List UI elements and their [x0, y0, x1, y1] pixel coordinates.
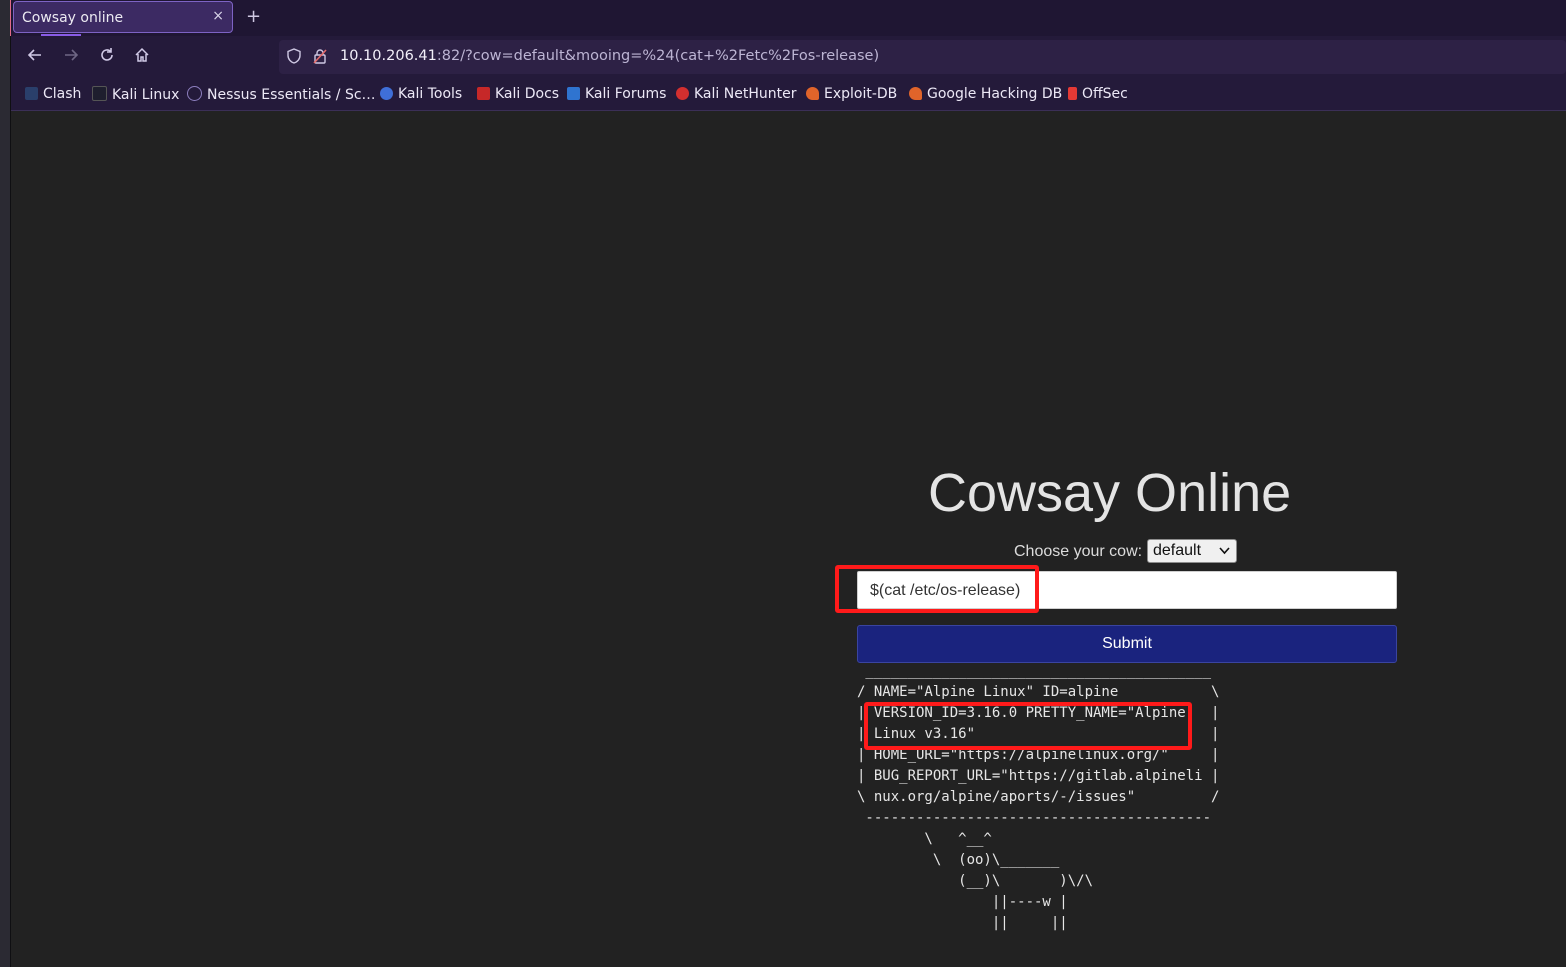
bookmark-label: Kali Forums — [585, 86, 667, 102]
bookmark-offsec[interactable]: OffSec — [1068, 86, 1128, 102]
kali-nethunter-icon — [676, 87, 689, 100]
bookmark-nessus[interactable]: Nessus Essentials / Sc… — [187, 86, 376, 103]
chevron-down-icon — [1219, 540, 1230, 570]
bookmark-label: Google Hacking DB — [927, 86, 1063, 102]
tab-cowsay-online[interactable]: Cowsay online × — [13, 1, 233, 33]
bookmark-kali-linux[interactable]: Kali Linux — [92, 86, 179, 103]
bookmark-google-hacking-db[interactable]: Google Hacking DB — [909, 86, 1062, 102]
url-text[interactable]: 10.10.206.41:82/?cow=default&mooing=%24(… — [340, 48, 879, 64]
home-icon[interactable] — [130, 46, 154, 70]
cow-select[interactable]: default — [1147, 539, 1237, 563]
offsec-icon — [1068, 87, 1077, 100]
window-left-edge — [0, 0, 12, 967]
bookmark-label: OffSec — [1082, 86, 1128, 102]
page-title: Cowsay Online — [928, 463, 1292, 523]
submit-button[interactable]: Submit — [857, 625, 1397, 663]
insecure-lock-icon[interactable] — [313, 48, 329, 66]
kali-dragon-icon — [92, 86, 107, 101]
kali-tools-icon — [380, 87, 393, 100]
new-tab-button[interactable]: + — [246, 6, 261, 27]
choose-cow-label: Choose your cow: — [1014, 543, 1143, 560]
cowsay-output: ________________________________________… — [857, 663, 1220, 931]
url-bar[interactable]: 10.10.206.41:82/?cow=default&mooing=%24(… — [279, 40, 1566, 74]
bookmark-label: Nessus Essentials / Sc… — [207, 87, 376, 103]
bookmark-label: Clash — [43, 86, 82, 102]
page-content — [11, 111, 1566, 967]
tab-title: Cowsay online — [22, 10, 124, 26]
exploit-db-icon — [806, 87, 819, 100]
shield-icon[interactable] — [287, 48, 303, 66]
kali-forums-icon — [567, 87, 580, 100]
cow-select-value: default — [1153, 542, 1202, 559]
bookmark-label: Exploit-DB — [824, 86, 898, 102]
clash-icon — [25, 87, 38, 100]
bookmark-label: Kali NetHunter — [694, 86, 797, 102]
bookmark-label: Kali Docs — [495, 86, 560, 102]
bookmark-kali-tools[interactable]: Kali Tools — [380, 86, 462, 102]
url-path: :82/?cow=default&mooing=%24(cat+%2Fetc%2… — [436, 48, 880, 64]
tab-bar: Cowsay online × + — [11, 0, 1566, 36]
url-host: 10.10.206.41 — [340, 48, 437, 64]
back-arrow-icon[interactable] — [23, 46, 47, 70]
bookmarks-bar: Clash Kali Linux Nessus Essentials / Sc…… — [11, 78, 1566, 111]
navigation-bar: 10.10.206.41:82/?cow=default&mooing=%24(… — [11, 36, 1566, 78]
bookmark-kali-forums[interactable]: Kali Forums — [567, 86, 666, 102]
reload-icon[interactable] — [95, 46, 119, 70]
bookmark-clash[interactable]: Clash — [25, 86, 81, 102]
globe-icon — [187, 86, 202, 101]
forward-arrow-icon[interactable] — [59, 46, 83, 70]
bookmark-exploit-db[interactable]: Exploit-DB — [806, 86, 897, 102]
mooing-input[interactable]: $(cat /etc/os-release) — [857, 571, 1397, 609]
ghdb-icon — [909, 87, 922, 100]
bookmark-kali-nethunter[interactable]: Kali NetHunter — [676, 86, 796, 102]
bookmark-label: Kali Linux — [112, 87, 180, 103]
kali-docs-icon — [477, 87, 490, 100]
bookmark-label: Kali Tools — [398, 86, 463, 102]
close-tab-icon[interactable]: × — [212, 8, 224, 24]
bookmark-kali-docs[interactable]: Kali Docs — [477, 86, 559, 102]
